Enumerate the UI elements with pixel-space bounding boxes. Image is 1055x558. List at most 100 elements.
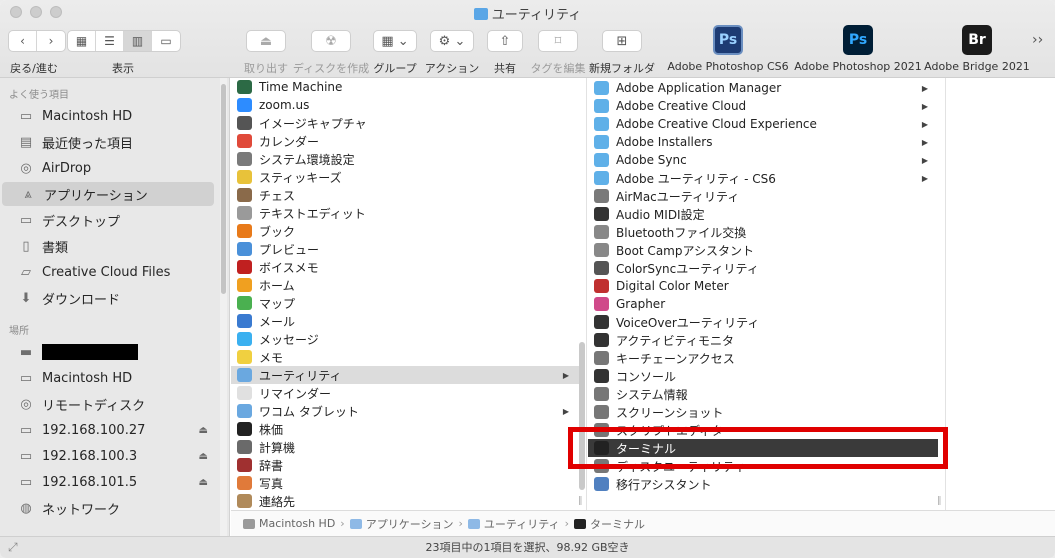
clock-icon: ▤ — [19, 134, 33, 150]
list-item[interactable]: Boot Campアシスタント — [588, 241, 938, 259]
list-item[interactable]: チェス — [231, 186, 579, 204]
list-item[interactable]: スクリーンショット — [588, 403, 938, 421]
list-item[interactable]: メモ — [231, 348, 579, 366]
list-item[interactable]: zoom.us — [231, 96, 579, 114]
list-item[interactable]: スティッキーズ — [231, 168, 579, 186]
forward-button[interactable]: › — [37, 31, 65, 51]
list-item[interactable]: ボイスメモ — [231, 258, 579, 276]
list-item[interactable]: イメージキャプチャ — [231, 114, 579, 132]
tags-button[interactable]: ⌑ — [538, 30, 578, 52]
list-item[interactable]: プレビュー — [231, 240, 579, 258]
list-item[interactable]: Digital Color Meter — [588, 277, 938, 295]
column-resize-handle[interactable]: ‖ — [937, 496, 942, 506]
list-item-label: イメージキャプチャ — [259, 116, 367, 131]
eject-icon[interactable]: ⏏ — [199, 451, 208, 462]
photoshop-2021-icon[interactable]: Ps — [843, 25, 873, 55]
list-item[interactable]: ホーム — [231, 276, 579, 294]
list-item[interactable]: Time Machine — [231, 78, 579, 96]
list-item[interactable]: メッセージ — [231, 330, 579, 348]
gallery-view-icon[interactable]: ▭ — [152, 31, 180, 51]
bridge-2021-icon[interactable]: Br — [962, 25, 992, 55]
sidebar-item-applications[interactable]: ⩓ アプリケーション — [2, 182, 214, 206]
list-item-label: Bluetoothファイル交換 — [616, 225, 747, 240]
list-item-label: リマインダー — [259, 386, 332, 401]
list-item[interactable]: メール — [231, 312, 579, 330]
list-view-icon[interactable]: ☰ — [96, 31, 124, 51]
sidebar-scrollbar[interactable] — [220, 78, 227, 536]
list-item[interactable]: Adobe ユーティリティ - CS6 ▶ — [588, 169, 938, 187]
sidebar-item-server-100-27[interactable]: ▭ 192.168.100.27 ⏏ — [0, 418, 214, 442]
list-item[interactable]: Audio MIDI設定 — [588, 205, 938, 223]
share-button[interactable]: ⇧ — [487, 30, 523, 52]
burn-disc-button[interactable]: ☢ — [311, 30, 351, 52]
list-item[interactable]: Adobe Creative Cloud ▶ — [588, 97, 938, 115]
list-item[interactable]: 辞書 — [231, 456, 579, 474]
collapse-icon[interactable]: ⤢ — [8, 537, 18, 558]
app-icon — [594, 279, 609, 293]
toolbar-overflow-icon[interactable]: ›› — [1032, 32, 1043, 48]
display-icon: ▭ — [19, 448, 33, 464]
sidebar-item-recents[interactable]: ▤ 最近使った項目 — [0, 130, 214, 154]
sidebar-item-macintosh-hd[interactable]: ▭ Macintosh HD — [0, 104, 214, 128]
path-item[interactable]: ターミナル — [590, 516, 645, 532]
list-item[interactable]: カレンダー — [231, 132, 579, 150]
app-icon — [237, 278, 252, 292]
list-item[interactable]: 写真 — [231, 474, 579, 492]
applications-column: Time Machine zoom.us イメージキャプチャ カレンダーシステム環境設… — [231, 78, 586, 510]
sidebar-item-desktop[interactable]: ▭ デスクトップ — [0, 208, 214, 232]
sidebar-item-airdrop[interactable]: ◎ AirDrop — [0, 156, 214, 180]
list-item-label: システム環境設定 — [259, 152, 355, 167]
photoshop-cs6-icon[interactable]: Ps — [713, 25, 743, 55]
list-item[interactable]: コンソール — [588, 367, 938, 385]
list-item[interactable]: Bluetoothファイル交換 — [588, 223, 938, 241]
list-item[interactable]: ユーティリティ ▶ — [231, 366, 579, 384]
app-icon — [594, 261, 609, 275]
path-item[interactable]: Macintosh HD — [259, 517, 335, 530]
sidebar-item-remote-disc[interactable]: ◎ リモートディスク — [0, 392, 214, 416]
list-item[interactable]: テキストエディット — [231, 204, 579, 222]
eject-icon[interactable]: ⏏ — [199, 477, 208, 488]
list-item[interactable]: マップ — [231, 294, 579, 312]
sidebar-item-network[interactable]: ◍ ネットワーク — [0, 496, 214, 520]
list-item[interactable]: 株価 — [231, 420, 579, 438]
sidebar-item-creative-cloud-files[interactable]: ▱ Creative Cloud Files — [0, 260, 214, 284]
eject-button[interactable]: ⏏ — [246, 30, 286, 52]
list-item[interactable]: アクティビティモニタ — [588, 331, 938, 349]
app-icon — [237, 188, 252, 202]
list-item[interactable]: Adobe Installers ▶ — [588, 133, 938, 151]
list-item[interactable]: システム環境設定 — [231, 150, 579, 168]
sidebar-scroll-thumb[interactable] — [221, 84, 226, 294]
list-item[interactable]: AirMacユーティリティ — [588, 187, 938, 205]
list-item[interactable]: ColorSyncユーティリティ — [588, 259, 938, 277]
list-item[interactable]: キーチェーンアクセス — [588, 349, 938, 367]
column-resize-handle[interactable]: ‖ — [578, 496, 583, 506]
column-view-icon[interactable]: ▥ — [124, 31, 152, 51]
back-button[interactable]: ‹ — [9, 31, 37, 51]
list-item[interactable]: Adobe Sync ▶ — [588, 151, 938, 169]
list-item[interactable]: Adobe Application Manager ▶ — [588, 79, 938, 97]
path-item[interactable]: ユーティリティ — [484, 516, 560, 532]
list-item[interactable]: Grapher — [588, 295, 938, 313]
sidebar-item-redacted-drive[interactable]: ▬ — [0, 340, 214, 364]
action-button[interactable]: ⚙ ⌄ — [430, 30, 474, 52]
list-item[interactable]: システム情報 — [588, 385, 938, 403]
list-item[interactable]: Adobe Creative Cloud Experience ▶ — [588, 115, 938, 133]
sidebar-item-downloads[interactable]: ⬇ ダウンロード — [0, 286, 214, 310]
new-folder-button[interactable]: ⊞ — [602, 30, 642, 52]
list-item[interactable]: リマインダー — [231, 384, 579, 402]
group-button[interactable]: ▦ ⌄ — [373, 30, 417, 52]
eject-icon[interactable]: ⏏ — [199, 425, 208, 436]
list-item-label: ワコム タブレット — [259, 404, 359, 419]
list-item[interactable]: 移行アシスタント — [588, 475, 938, 493]
list-item[interactable]: 計算機 — [231, 438, 579, 456]
path-item[interactable]: アプリケーション — [366, 516, 454, 532]
sidebar-item-documents[interactable]: ▯ 書類 — [0, 234, 214, 258]
sidebar-item-server-101-5[interactable]: ▭ 192.168.101.5 ⏏ — [0, 470, 214, 494]
list-item[interactable]: VoiceOverユーティリティ — [588, 313, 938, 331]
list-item[interactable]: 連絡先 — [231, 492, 579, 510]
sidebar-item-macintosh-hd-location[interactable]: ▭ Macintosh HD — [0, 366, 214, 390]
icon-view-icon[interactable]: ▦ — [68, 31, 96, 51]
list-item[interactable]: ワコム タブレット ▶ — [231, 402, 579, 420]
list-item[interactable]: ブック — [231, 222, 579, 240]
sidebar-item-server-100-3[interactable]: ▭ 192.168.100.3 ⏏ — [0, 444, 214, 468]
